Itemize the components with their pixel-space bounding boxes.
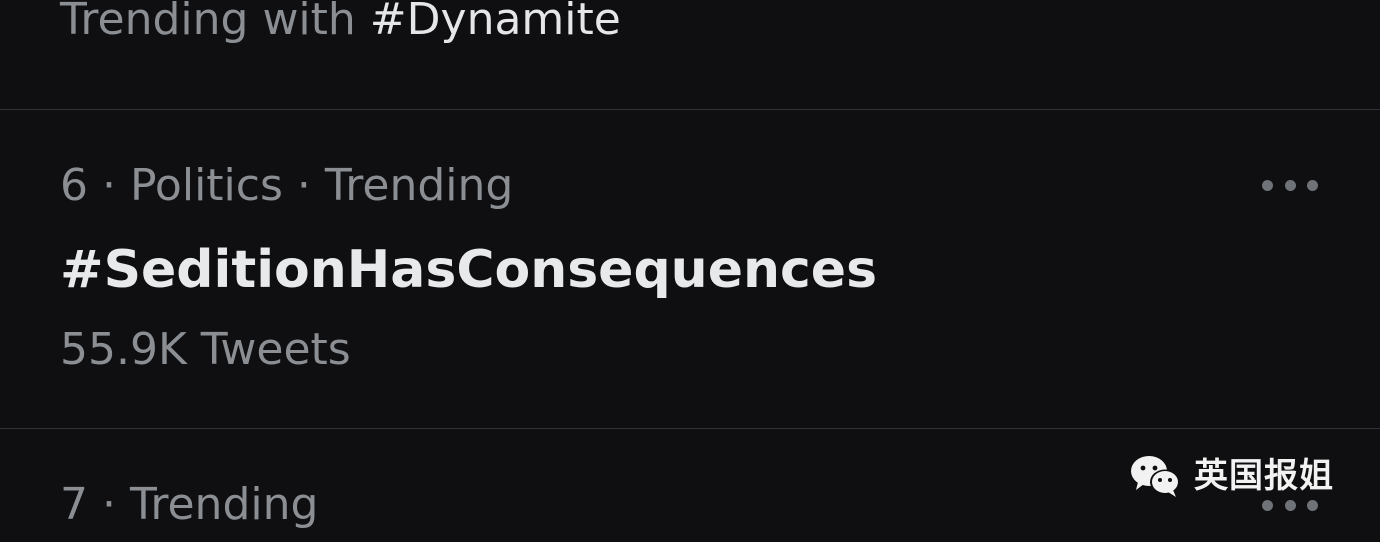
more-horizontal-icon-dot	[1284, 499, 1296, 511]
more-horizontal-icon-dot	[1284, 179, 1296, 191]
more-options-button[interactable]	[1262, 177, 1318, 193]
more-horizontal-icon	[1262, 499, 1273, 511]
more-options-button[interactable]	[1262, 497, 1318, 513]
trend-context-prefix: Trending with	[60, 0, 356, 45]
watermark-text: 英国报姐	[1194, 456, 1334, 496]
trend-context: Trending with #Dynamite	[60, 0, 621, 52]
more-horizontal-icon-dot	[1307, 499, 1318, 511]
trend-item-previous[interactable]: Trending with #Dynamite	[0, 0, 1380, 109]
trend-meta: 7 · Trending	[60, 479, 319, 530]
trend-meta: 6 · Politics · Trending	[60, 160, 514, 211]
watermark: 英国报姐	[1130, 454, 1334, 498]
trending-list: Trending with #Dynamite 6 · Politics · T…	[0, 0, 1380, 542]
trend-name[interactable]: #SeditionHasConsequences	[60, 238, 877, 302]
more-horizontal-icon	[1262, 179, 1273, 191]
trend-tweet-count: 55.9K Tweets	[60, 324, 351, 375]
trend-item-6[interactable]: 6 · Politics · Trending #SeditionHasCons…	[0, 110, 1380, 428]
wechat-icon	[1131, 456, 1180, 497]
more-horizontal-icon-dot	[1307, 179, 1318, 191]
trend-context-hashtag[interactable]: #Dynamite	[370, 0, 621, 45]
